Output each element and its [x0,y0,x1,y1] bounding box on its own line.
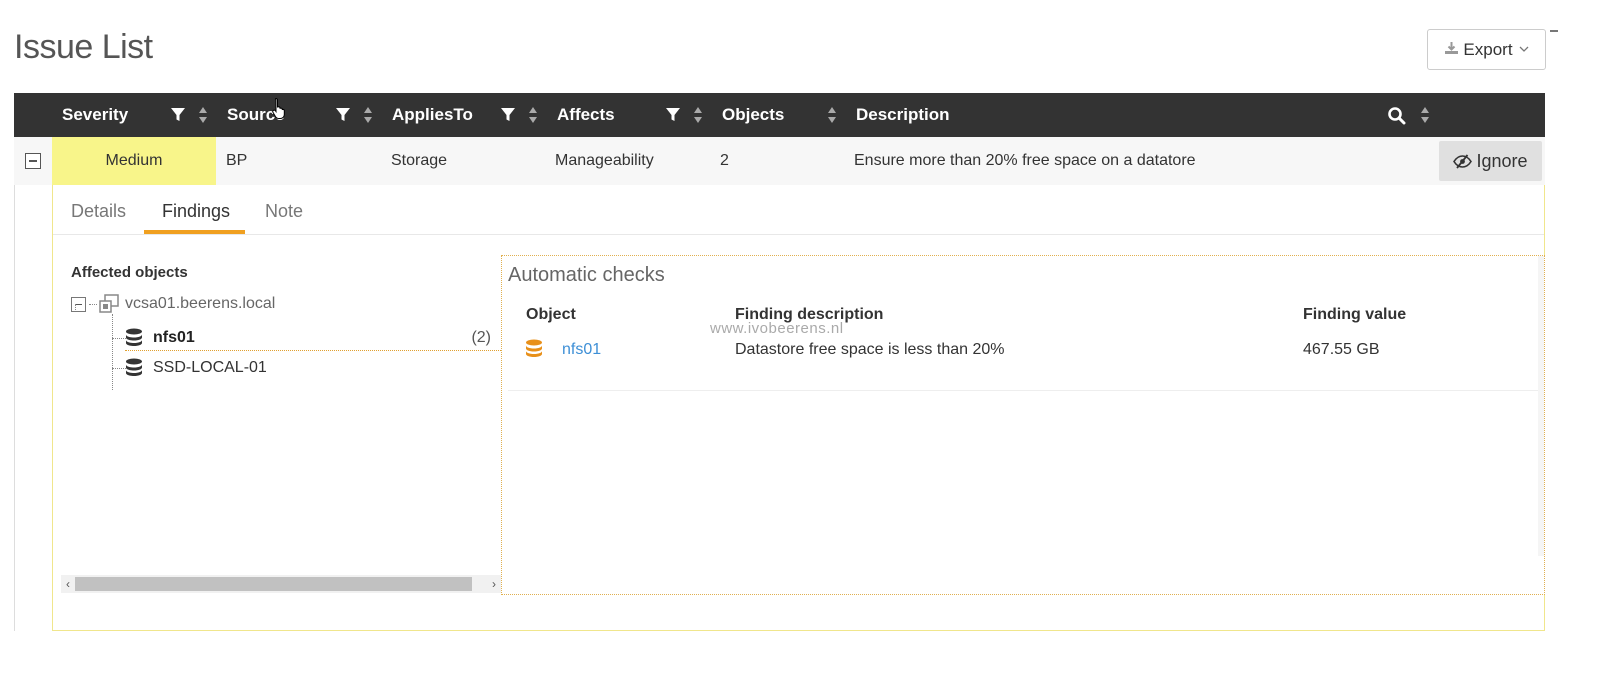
horizontal-scrollbar[interactable]: ‹ › [61,575,501,593]
database-icon [126,328,142,346]
finding-description: Datastore free space is less than 20% [735,341,1005,358]
severity-cell: Medium [52,137,216,185]
row-left-border [14,185,15,631]
tree-root[interactable]: vcsa01.beerens.local [71,293,275,315]
filter-icon[interactable] [665,107,681,123]
description-cell: Ensure more than 20% free space on a dat… [854,152,1196,169]
sort-icon[interactable] [1420,105,1430,125]
tree-root-label: vcsa01.beerens.local [125,295,276,312]
affected-objects-title: Affected objects [71,264,188,281]
watermark: www.ivobeerens.nl [710,320,844,337]
row-collapse-toggle[interactable] [25,153,41,169]
automatic-checks-pane: Automatic checks Object Finding descript… [501,255,1545,595]
scroll-right-arrow[interactable]: › [487,575,501,593]
header-objects[interactable]: Objects [722,105,784,125]
vcenter-icon [99,294,119,313]
tab-details[interactable]: Details [71,201,126,222]
tree-item-label: nfs01 [153,328,195,346]
objects-cell: 2 [720,152,729,169]
col-object-header: Object [526,306,576,323]
page-title: Issue List [14,28,153,66]
database-icon [126,358,142,376]
filter-icon[interactable] [335,107,351,123]
issue-detail-panel: Details Findings Note Affected objects v… [52,185,1545,631]
sort-icon[interactable] [363,105,373,125]
tree-collapse-toggle[interactable] [71,296,86,312]
sort-icon[interactable] [827,105,837,125]
tree-connector [112,314,113,390]
sort-icon[interactable] [693,105,703,125]
download-icon [1444,41,1459,58]
panel-collapse-mark [1550,30,1558,32]
filter-icon[interactable] [500,107,516,123]
header-description[interactable]: Description [856,105,950,125]
active-tab-indicator [144,230,245,234]
tree-item-nfs01[interactable]: nfs01 (2) [125,325,501,351]
database-icon [526,339,542,357]
tree-item-ssd-local-01[interactable]: SSD-LOCAL-01 [125,355,267,381]
ignore-label: Ignore [1476,150,1528,171]
tab-note[interactable]: Note [265,201,303,222]
header-affects[interactable]: Affects [557,105,615,125]
tree-connector [75,304,76,310]
scroll-left-arrow[interactable]: ‹ [61,575,75,593]
export-label: Export [1463,39,1513,59]
col-finding-value-header: Finding value [1303,306,1407,323]
table-header: Severity Source AppliesTo Affects Object… [14,93,1545,137]
automatic-checks-title: Automatic checks [508,264,665,286]
detail-tabs: Details Findings Note [53,185,1544,235]
tree-item-label: SSD-LOCAL-01 [153,359,267,376]
ignore-button[interactable]: Ignore [1439,141,1542,181]
table-row[interactable]: Medium BP Storage Manageability 2 Ensure… [14,137,1545,185]
header-applies-to[interactable]: AppliesTo [392,105,473,125]
tree-connector [112,368,126,369]
tree-connector [112,338,126,339]
applies-to-cell: Storage [391,152,448,169]
search-icon[interactable] [1387,106,1406,125]
header-severity[interactable]: Severity [62,105,128,125]
chevron-down-icon [1519,44,1529,56]
tab-findings[interactable]: Findings [162,201,230,222]
tree-item-count: (2) [471,328,491,346]
hand-cursor-icon [272,97,285,119]
tree-connector [89,303,97,305]
filter-icon[interactable] [170,107,186,123]
eye-slash-icon [1453,153,1473,169]
source-cell: BP [226,152,248,169]
vertical-scrollbar[interactable] [1538,256,1544,556]
finding-value: 467.55 GB [1303,341,1380,358]
row-separator [508,390,1542,391]
finding-object-link[interactable]: nfs01 [562,341,601,359]
affects-cell: Manageability [555,152,654,169]
export-button[interactable]: Export [1427,29,1546,70]
affected-objects-pane: Affected objects vcsa01.beerens.local nf… [61,255,501,595]
scrollbar-thumb[interactable] [75,577,472,591]
sort-icon[interactable] [528,105,538,125]
sort-icon[interactable] [198,105,208,125]
issue-table: Severity Source AppliesTo Affects Object… [14,93,1545,631]
